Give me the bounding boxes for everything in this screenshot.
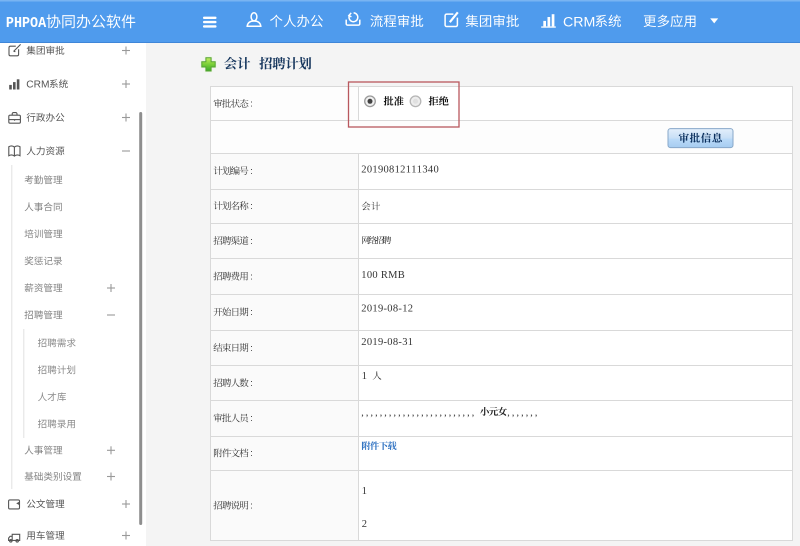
svg-text::: : [250,413,253,423]
svg-text:,,,,,,,,,,,,,,,,,,,,,,,,,: ,,,,,,,,,,,,,,,,,,,,,,,,, [361,407,476,418]
svg-text::: : [250,343,253,353]
svg-text::: : [250,166,253,176]
svg-text::: : [250,448,253,458]
svg-text:100 RMB: 100 RMB [361,270,405,281]
svg-text::: : [250,271,253,281]
svg-text:2: 2 [362,519,367,530]
svg-text:CRM: CRM [26,80,49,91]
svg-text::: : [250,201,253,211]
svg-text::: : [250,307,253,317]
svg-text:PHPOA: PHPOA [6,16,47,33]
svg-text:20190812111340: 20190812111340 [361,165,439,176]
svg-text::: : [250,501,253,511]
svg-text::: : [250,236,253,246]
svg-text::: : [250,99,253,109]
svg-text:2019-08-31: 2019-08-31 [361,337,413,348]
svg-text:1: 1 [362,486,367,497]
svg-text:CRM: CRM [563,15,595,31]
svg-text:2019-08-12: 2019-08-12 [361,304,413,315]
svg-text::: : [250,378,253,388]
svg-text:,,,,,,,: ,,,,,,, [507,407,539,418]
svg-text:1: 1 [362,371,367,382]
